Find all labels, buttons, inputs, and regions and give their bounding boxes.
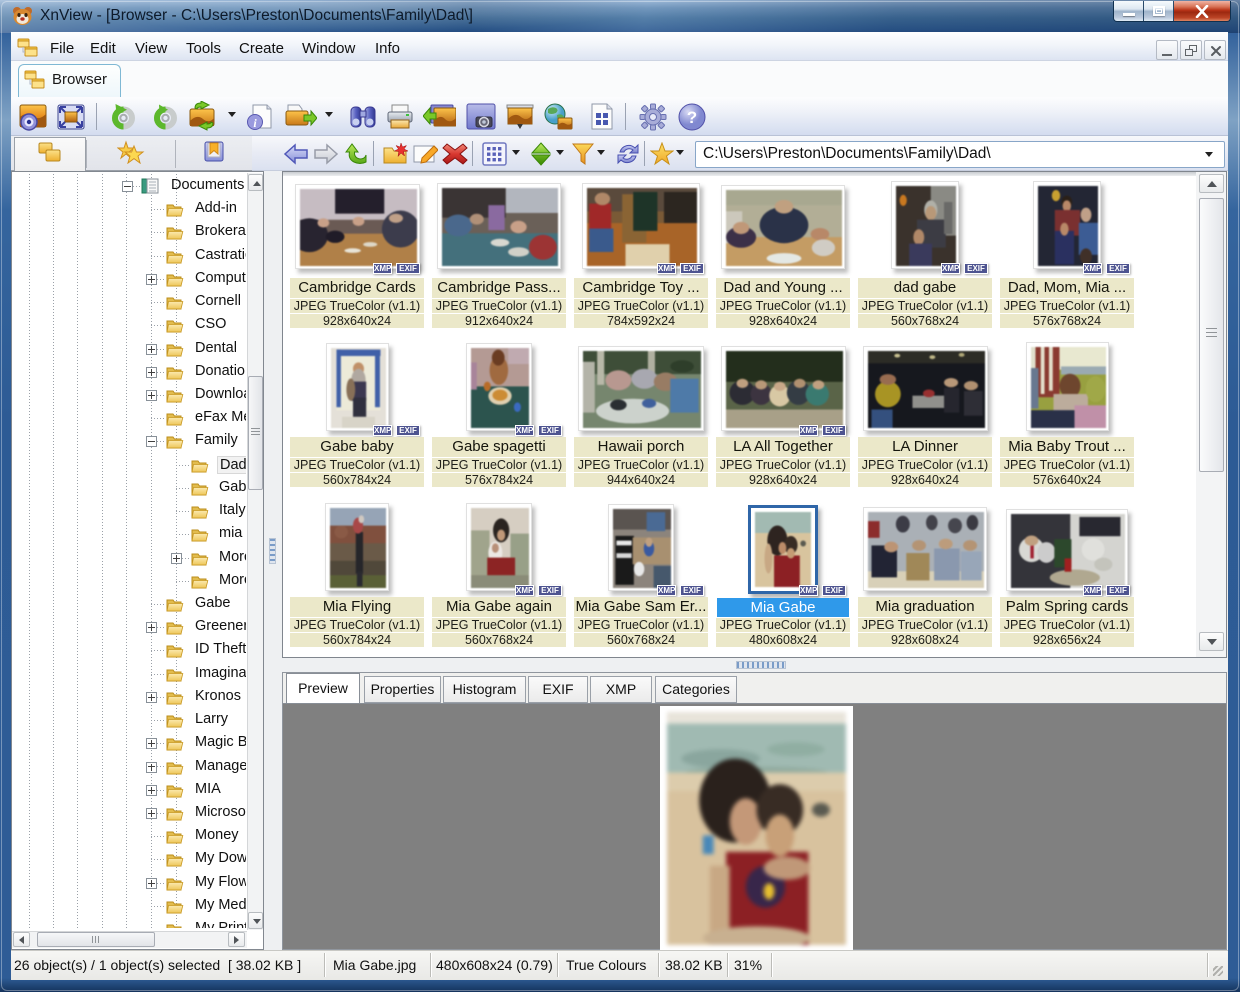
svg-text:?: ? <box>687 108 697 127</box>
